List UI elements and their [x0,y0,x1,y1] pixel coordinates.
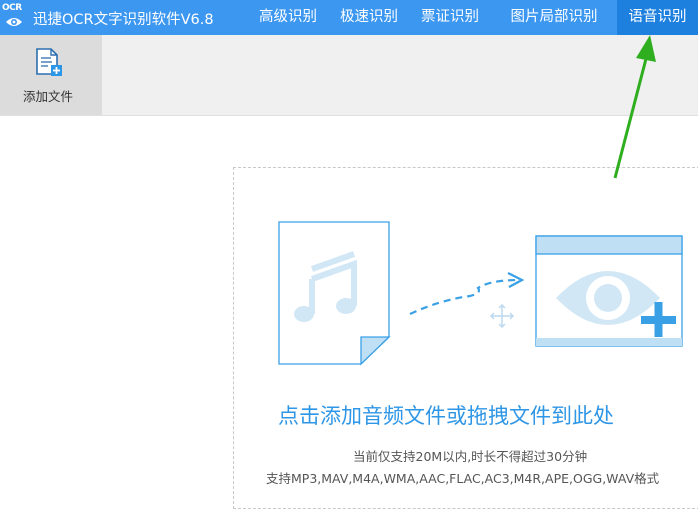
tab-speech-recognition[interactable]: 语音识别 [617,0,698,35]
eye-icon [6,18,22,26]
file-size-note: 当前仅支持20M以内,时长不得超过30分钟 [353,449,588,464]
title-bar: OCR 迅捷OCR文字识别软件V6.8 高级识别 极速识别 票证识别 图片局部识… [0,0,698,35]
tab-advanced-recognition[interactable]: 高级识别 [246,0,330,35]
tab-fast-recognition[interactable]: 极速识别 [329,0,409,35]
drop-zone-title: 点击添加音频文件或拖拽文件到此处 [278,404,614,428]
add-file-label: 添加文件 [22,89,73,104]
toolbar: 添加文件 [0,35,698,116]
tab-ticket-recognition[interactable]: 票证识别 [408,0,492,35]
logo-text: OCR [2,3,22,13]
app-logo: OCR [2,3,26,33]
document-add-icon [36,48,62,76]
add-file-button[interactable]: 添加文件 [0,35,102,115]
app-title: 迅捷OCR文字识别软件V6.8 [33,12,214,28]
supported-formats-note: 支持MP3,MAV,M4A,WMA,AAC,FLAC,AC3,M4R,APE,O… [266,471,660,486]
tab-partial-image-recognition[interactable]: 图片局部识别 [495,0,613,35]
